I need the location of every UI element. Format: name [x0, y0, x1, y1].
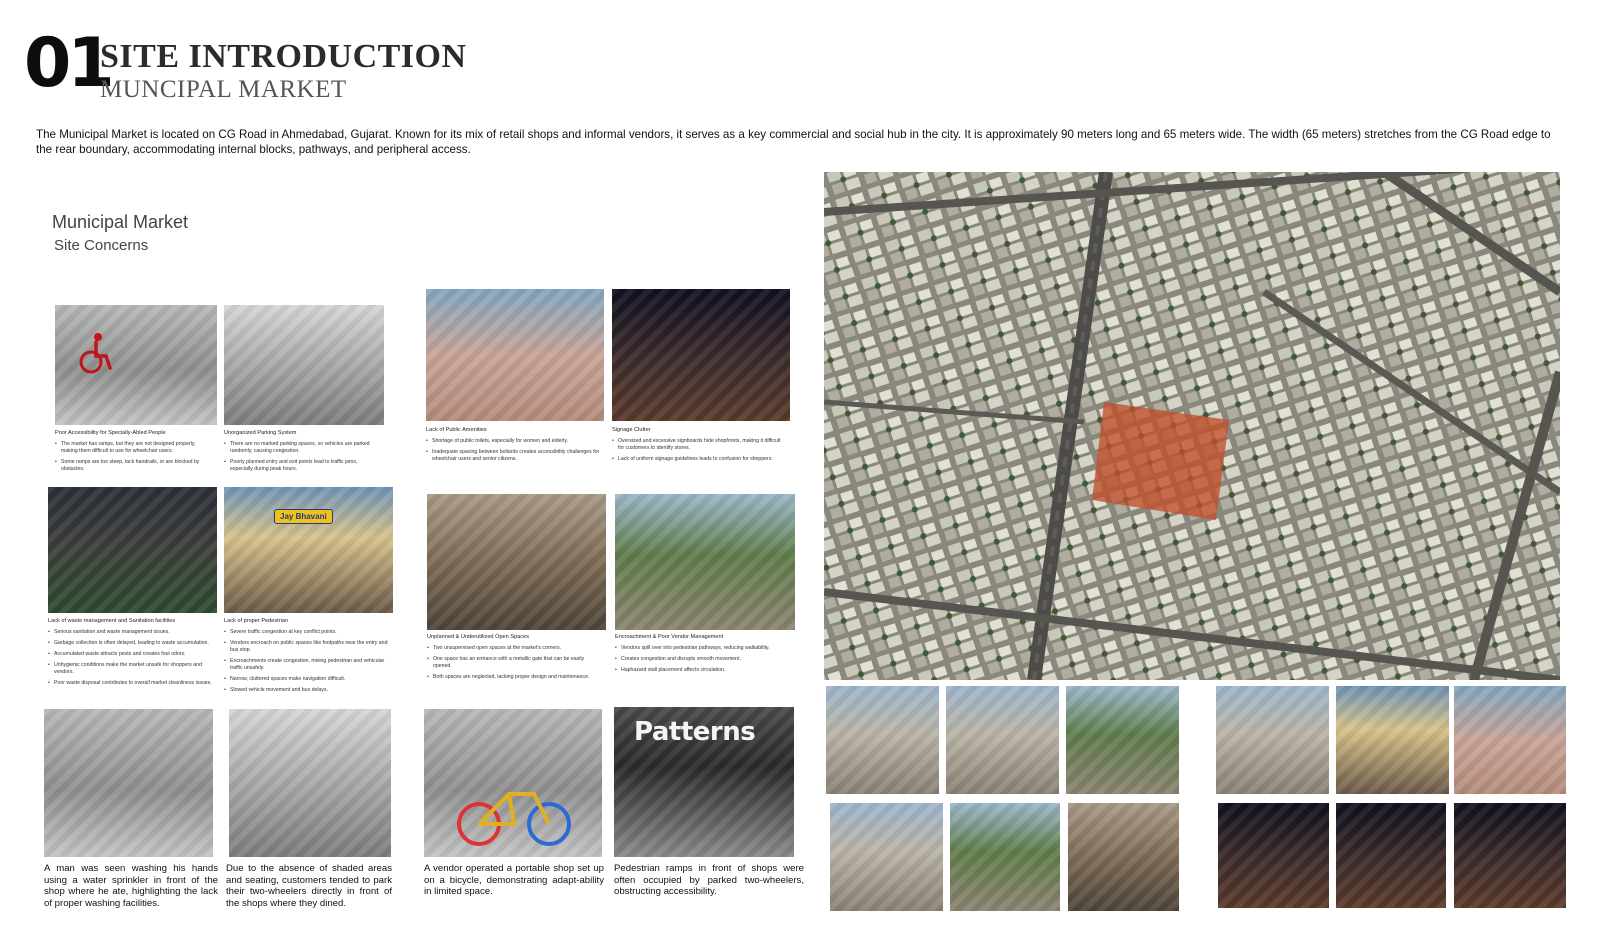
concern-bullet: Garbage collection is often delayed, lea… [48, 640, 213, 647]
site-photo [950, 803, 1060, 911]
concern-bullet: Shortage of public toilets, especially f… [426, 438, 601, 445]
intro-paragraph: The Municipal Market is located on CG Ro… [36, 128, 1551, 156]
concern-bullet: Poor waste disposal contributes to overa… [48, 680, 213, 687]
narrative-caption: A vendor operated a portable shop set up… [424, 863, 604, 898]
concern-caption: Signage Clutter Oversized and excessive … [612, 427, 787, 467]
concern-bullet: Inadequate spacing between bollards crea… [426, 449, 601, 463]
concern-caption: Unplanned & Underutilized Open Spaces Tw… [427, 634, 602, 685]
site-photo [1216, 686, 1329, 794]
concern-title: Lack of proper Pedestrian [224, 618, 289, 624]
site-photo [826, 686, 939, 794]
concern-title: Unplanned & Underutilized Open Spaces [427, 634, 529, 640]
narrative-caption: A man was seen washing his hands using a… [44, 863, 218, 909]
concern-bullet: Slowed vehicle movement and bus delays. [224, 687, 389, 694]
concern-bullet: There are no marked parking spaces, so v… [224, 441, 374, 455]
concern-bullet: Both spaces are neglected, lacking prope… [427, 674, 602, 681]
concern-bullet: One space has an entrance with a metalli… [427, 656, 602, 670]
concern-bullet: Oversized and excessive signboards hide … [612, 438, 787, 452]
concern-bullet: Encroachments create congestion, mixing … [224, 658, 389, 672]
concerns-panel-subtitle: Site Concerns [54, 237, 149, 254]
concern-bullet: Poorly planned entry and exit points lea… [224, 459, 374, 473]
concern-bullet: Unhygienic conditions make the market un… [48, 662, 213, 676]
concern-title: Unorganized Parking System [224, 430, 297, 436]
concerns-panel-title: Municipal Market [52, 212, 189, 232]
concern-title: Encroachment & Poor Vendor Management [615, 634, 724, 640]
concern-bullet: Some ramps are too steep, lack handrails… [55, 459, 205, 473]
narrative-caption: Due to the absence of shaded areas and s… [226, 863, 392, 909]
concern-bullet: Vendors spill over into pedestrian pathw… [615, 645, 790, 652]
section-subtitle: MUNCIPAL MARKET [100, 76, 347, 103]
section-number: 01 [24, 24, 115, 103]
site-photo [1336, 686, 1449, 794]
concern-caption: Lack of proper Pedestrian Severe traffic… [224, 618, 389, 698]
narrative-caption: Pedestrian ramps in front of shops were … [614, 863, 804, 898]
concern-bullet: Two unsupervised open spaces at the mark… [427, 645, 602, 652]
concern-bullet: Vendors encroach on public spaces like f… [224, 640, 389, 654]
concern-bullet: The market has ramps, but they are not d… [55, 441, 205, 455]
section-title: SITE INTRODUCTION [100, 38, 467, 75]
photo-pedestrian: Jay Bhavani [224, 487, 393, 613]
concern-bullet: Lack of uniform signage guidelines leads… [612, 456, 787, 463]
satellite-map-graphic [824, 172, 1560, 680]
shop-sign: Patterns [634, 717, 756, 747]
stall-sign: Jay Bhavani [274, 509, 333, 524]
bicycle-icon [457, 792, 571, 846]
wheelchair-icon [79, 333, 112, 374]
concern-title: Signage Clutter [612, 427, 651, 433]
site-photo [1336, 803, 1446, 908]
concern-caption: Unorganized Parking System There are no … [224, 430, 374, 477]
concern-title: Lack of waste management and Sanitation … [48, 618, 176, 624]
concern-bullet: Severe traffic congestion at key conflic… [224, 629, 389, 636]
site-photo [1068, 803, 1179, 911]
concern-caption: Poor Accessibility for Specially-Abled P… [55, 430, 205, 477]
photo-public-amenities [426, 289, 604, 421]
concern-bullet: Serious sanitation and waste management … [48, 629, 213, 636]
concern-bullet: Narrow, cluttered spaces make navigation… [224, 676, 389, 683]
concern-title: Poor Accessibility for Specially-Abled P… [55, 430, 166, 436]
site-highlight [1092, 402, 1229, 520]
photo-parking [224, 305, 384, 425]
satellite-map [824, 172, 1560, 680]
concern-bullet: Haphazard stall placement affects circul… [615, 667, 790, 674]
photo-signage [612, 289, 790, 421]
photo-encroachment [615, 494, 795, 630]
photo-ramps-shop: Patterns [614, 707, 794, 857]
site-photo [1454, 803, 1566, 908]
photo-open-spaces [427, 494, 606, 630]
concern-bullet: Creates congestion and disrupts smooth m… [615, 656, 790, 663]
site-photo [946, 686, 1059, 794]
photo-two-wheelers [229, 709, 391, 857]
concern-bullet: Accumulated waste attracts pests and cre… [48, 651, 213, 658]
concern-caption: Lack of waste management and Sanitation … [48, 618, 213, 691]
site-photo [1066, 686, 1179, 794]
site-photo [1454, 686, 1566, 794]
site-photo [830, 803, 943, 911]
site-photo [1218, 803, 1329, 908]
photo-washing-hands [44, 709, 213, 857]
concern-caption: Lack of Public Amenities Shortage of pub… [426, 427, 601, 467]
photo-waste [48, 487, 217, 613]
concern-caption: Encroachment & Poor Vendor Management Ve… [615, 634, 790, 678]
concern-title: Lack of Public Amenities [426, 427, 487, 433]
photo-bicycle-vendor [424, 709, 602, 857]
